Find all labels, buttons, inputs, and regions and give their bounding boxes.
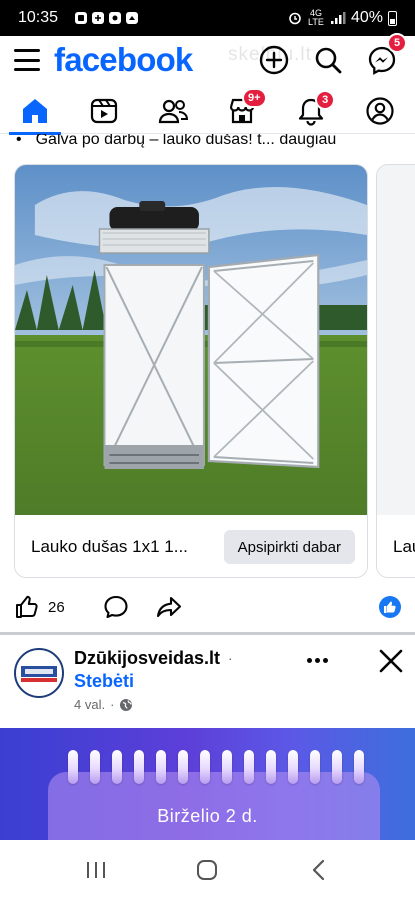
caption-text: Galva po darbų – lauko dušas! t... daugi…: [35, 134, 337, 148]
search-icon: [315, 47, 342, 74]
status-notification-icons: [74, 11, 139, 25]
name-separator: ·: [228, 650, 233, 666]
home-circle-icon: [197, 860, 218, 880]
product-title[interactable]: Lau: [393, 537, 415, 557]
more-button[interactable]: [302, 648, 332, 672]
like-count[interactable]: 26: [48, 599, 65, 616]
comment-button[interactable]: [103, 594, 129, 620]
status-right: 4G LTE 40%: [288, 9, 397, 27]
notification-icon: [126, 12, 139, 24]
page-name[interactable]: Dzūkijosveidas.lt: [74, 648, 220, 669]
carousel-card[interactable]: Lauko dušas 1x1 1... Apsipirkti dabar: [14, 164, 368, 578]
share-button[interactable]: [155, 594, 183, 620]
page-logo: [18, 652, 60, 694]
card-cta-row[interactable]: Lauko dušas 1x1 1... Apsipirkti dabar: [15, 515, 367, 577]
status-bar: 10:35 4G LTE 40%: [0, 0, 415, 36]
follow-button[interactable]: Stebėti: [74, 671, 134, 692]
tab-bar: 9+ 3: [0, 87, 415, 135]
notification-icon: [92, 12, 105, 24]
tab-profile[interactable]: [350, 88, 410, 134]
previous-post-caption[interactable]: • Galva po darbų – lauko dušas! t... daug…: [16, 134, 415, 150]
comment-icon: [104, 595, 128, 619]
battery-icon: [388, 10, 397, 26]
signal-icon: [330, 12, 346, 24]
card-cta-row[interactable]: Lau: [377, 515, 415, 577]
meta-separator: ·: [110, 697, 115, 712]
notification-icon: [109, 12, 122, 24]
banner-date: Birželio 2 d.: [157, 806, 258, 826]
tab-notifications[interactable]: 3: [281, 88, 341, 134]
product-title[interactable]: Lauko dušas 1x1 1...: [31, 537, 188, 557]
hamburger-icon[interactable]: [14, 49, 40, 71]
carousel-card[interactable]: Lau: [376, 164, 415, 578]
like-reaction-badge: [379, 596, 401, 618]
product-carousel[interactable]: Lauko dušas 1x1 1... Apsipirkti dabar La…: [14, 164, 415, 578]
search-button[interactable]: [309, 41, 347, 79]
product-photo[interactable]: [15, 165, 367, 515]
marketplace-badge: 9+: [242, 87, 267, 108]
network-type: 4G LTE: [308, 8, 324, 27]
system-nav-bar: [0, 840, 415, 900]
thumbs-up-icon: [384, 601, 396, 613]
tab-video[interactable]: [74, 88, 134, 134]
header-actions: 5: [255, 33, 407, 79]
home-nav-button[interactable]: [187, 850, 227, 890]
like-button[interactable]: [14, 594, 40, 620]
like-icon: [16, 595, 38, 618]
share-icon: [156, 596, 181, 618]
tab-home[interactable]: [5, 88, 65, 135]
messenger-badge: 5: [387, 33, 407, 53]
close-icon[interactable]: [376, 646, 406, 676]
tab-marketplace[interactable]: 9+: [212, 87, 272, 134]
recents-button[interactable]: [76, 850, 116, 890]
battery-percent: 40%: [350, 9, 383, 26]
create-button[interactable]: [255, 41, 293, 79]
calendar-rings: [68, 750, 364, 784]
notification-icon: [75, 12, 88, 24]
tab-friends[interactable]: [143, 88, 203, 134]
post-divider: [0, 632, 415, 635]
post-time[interactable]: 4 val.: [74, 697, 105, 712]
facebook-logo[interactable]: facebook: [54, 41, 193, 79]
reactions-bar: 26: [0, 586, 415, 628]
clock: 10:35: [18, 9, 59, 26]
alarm-icon: [289, 12, 301, 25]
globe-icon: [120, 698, 133, 711]
messenger-button[interactable]: 5: [363, 33, 407, 79]
back-button[interactable]: [299, 850, 339, 890]
profile-icon: [366, 96, 394, 125]
notifications-badge: 3: [315, 89, 336, 110]
video-icon: [90, 98, 117, 123]
page-avatar[interactable]: [14, 648, 64, 698]
back-icon: [313, 859, 325, 881]
app-header: facebook skelbiu.lt 5: [0, 33, 415, 84]
post-header: Dzūkijosveidas.lt · Stebėti 4 val. ·: [0, 646, 415, 720]
post-image[interactable]: Birželio 2 d.: [0, 728, 415, 840]
more-icon: [306, 657, 312, 663]
friends-icon: [158, 99, 188, 123]
post-meta: 4 val. ·: [74, 697, 133, 712]
recents-icon: [86, 862, 105, 878]
shop-now-button[interactable]: Apsipirkti dabar: [223, 530, 355, 564]
product-photo[interactable]: [377, 165, 415, 515]
plus-icon: [259, 45, 289, 75]
home-icon: [22, 98, 47, 123]
caption-bullet: •: [16, 134, 22, 148]
